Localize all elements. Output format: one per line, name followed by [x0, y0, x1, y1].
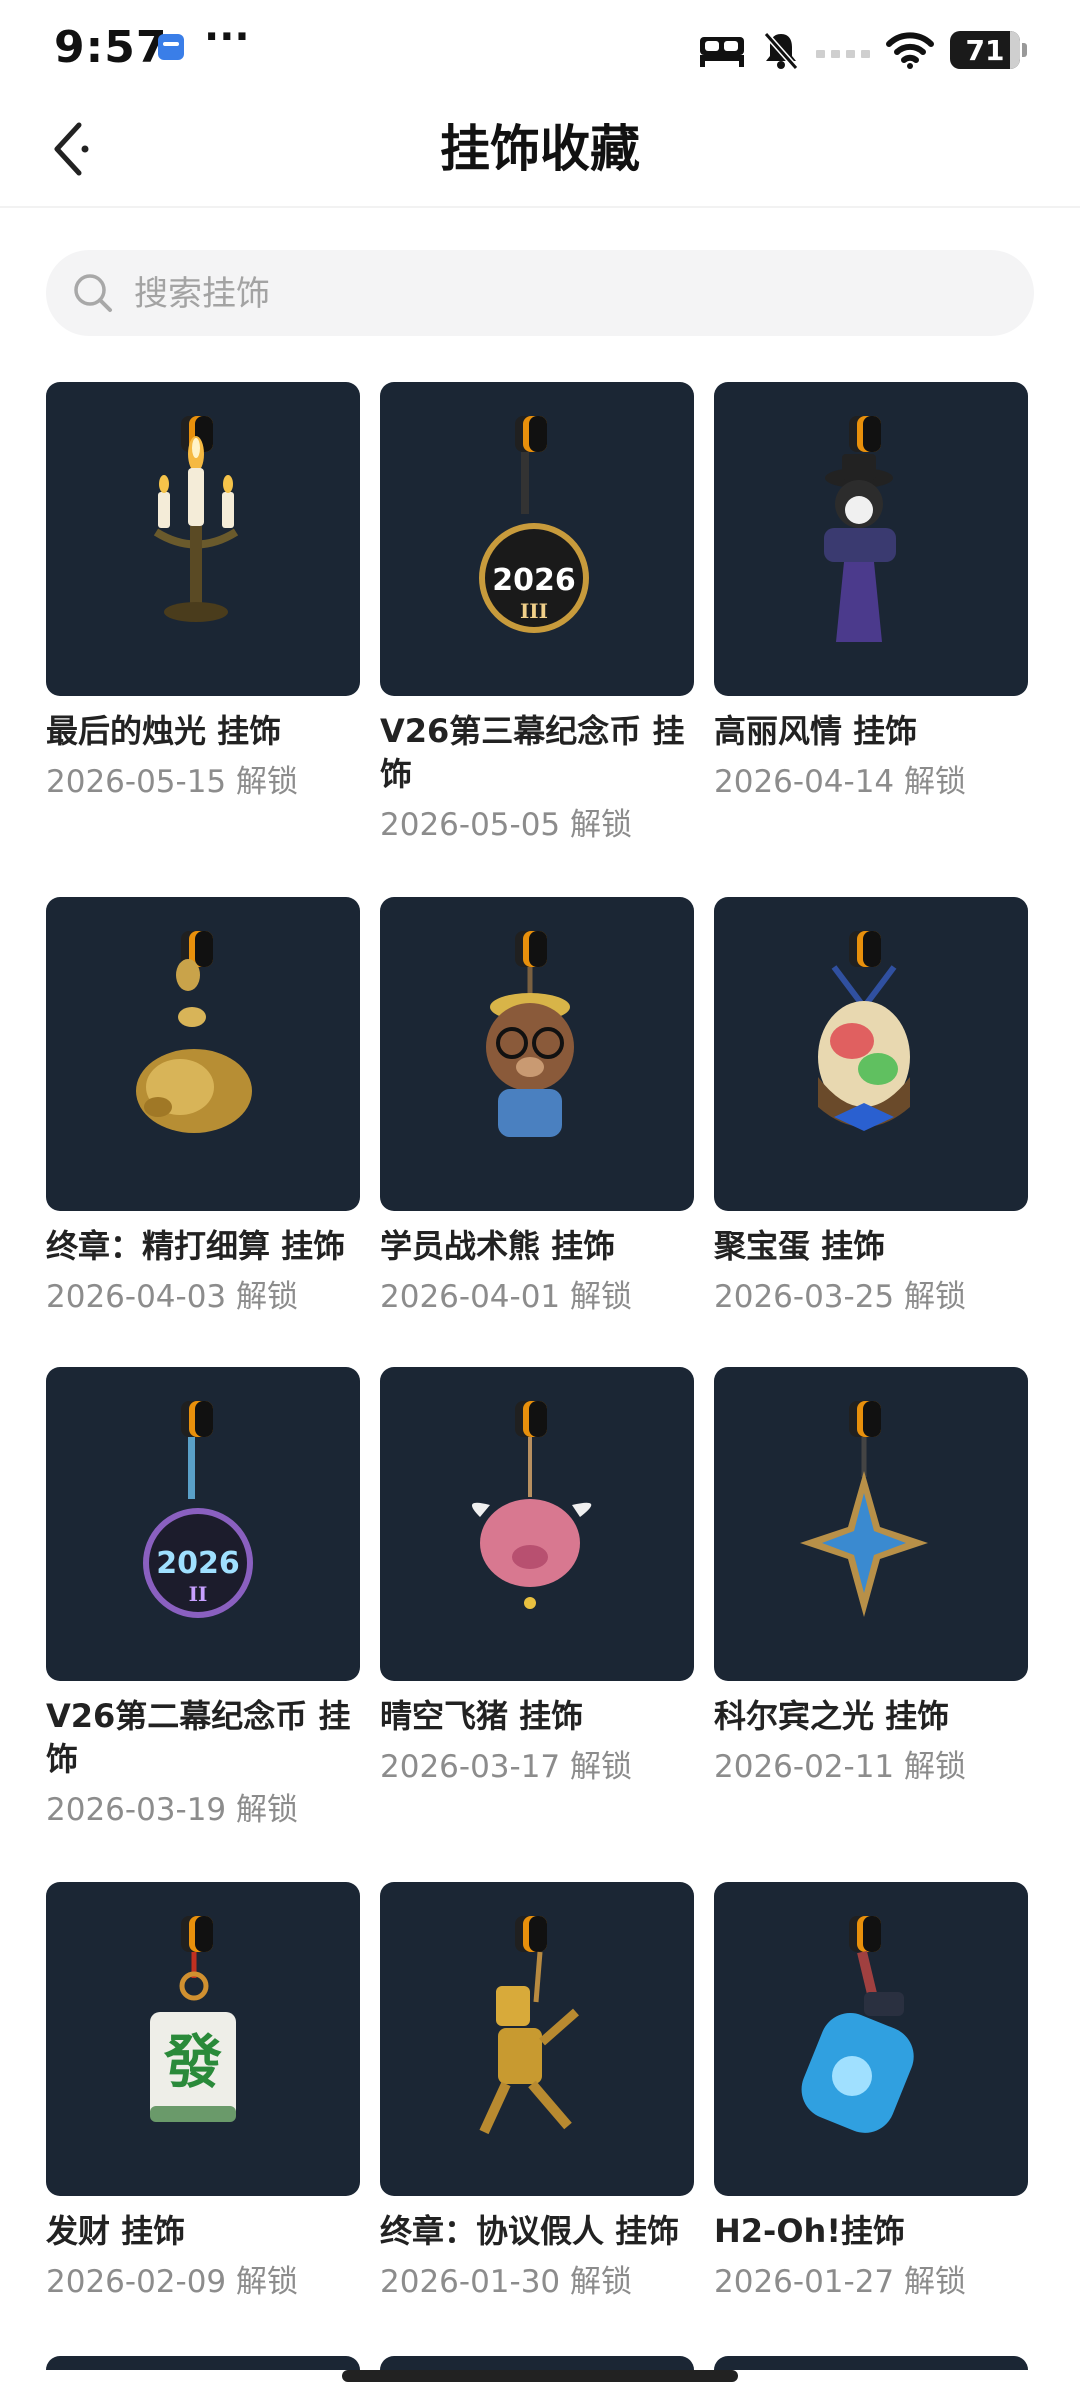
page-title: 挂饰收藏 — [440, 120, 640, 178]
charm-card[interactable]: 高丽风情 挂饰 2026-04-14 解锁 — [714, 382, 1028, 852]
charm-image: 發 — [46, 1882, 360, 2196]
coin-year-text: 2026 — [156, 1546, 240, 1581]
battery-level: 71 — [965, 33, 1005, 67]
mahjong-tile-text: 發 — [163, 2028, 222, 2096]
charm-unlock-date: 2026-02-09 解锁 — [46, 2264, 299, 2300]
charm-image: 2026 II — [46, 1367, 360, 1681]
coin-year-text: 2026 — [492, 563, 576, 598]
charm-image — [714, 897, 1028, 1211]
search-icon — [74, 274, 112, 312]
charm-name: 晴空飞猪 挂饰 — [380, 1697, 584, 1735]
silent-bell-icon — [763, 32, 799, 70]
charm-grid: 最后的烛光 挂饰 2026-05-15 解锁 2026 III V26第三幕纪念… — [46, 382, 1046, 2352]
charm-unlock-date: 2026-03-17 解锁 — [380, 1749, 633, 1785]
charm-unlock-date: 2026-05-15 解锁 — [46, 764, 299, 800]
coin-act-text: II — [189, 1582, 208, 1606]
charm-unlock-date: 2026-01-27 解锁 — [714, 2264, 967, 2300]
charm-image — [46, 897, 360, 1211]
charm-card[interactable]: 学员战术熊 挂饰 2026-04-01 解锁 — [380, 897, 694, 1367]
charm-name: 科尔宾之光 挂饰 — [714, 1697, 950, 1735]
charm-card[interactable]: H2-Oh!挂饰 2026-01-27 解锁 — [714, 1882, 1028, 2352]
charm-unlock-date: 2026-03-19 解锁 — [46, 1792, 299, 1828]
charm-card[interactable]: 2026 II V26第二幕纪念币 挂饰 2026-03-19 解锁 — [46, 1367, 360, 1882]
charm-unlock-date: 2026-04-01 解锁 — [380, 1279, 633, 1315]
charm-name: 终章：协议假人 挂饰 — [380, 2212, 680, 2250]
charm-image — [380, 1882, 694, 2196]
charm-name: V26第二幕纪念币 挂饰 — [46, 1697, 351, 1778]
charm-unlock-date: 2026-01-30 解锁 — [380, 2264, 633, 2300]
charm-unlock-date: 2026-03-25 解锁 — [714, 1279, 967, 1315]
wifi-icon — [886, 32, 934, 69]
search-input[interactable] — [132, 250, 996, 338]
charm-image: 2026 III — [380, 382, 694, 696]
coin-act-text: III — [520, 599, 548, 623]
charm-name: 学员战术熊 挂饰 — [380, 1227, 616, 1265]
charm-image — [714, 382, 1028, 696]
charm-image — [380, 1367, 694, 1681]
charm-image — [714, 1367, 1028, 1681]
charm-card[interactable]: 科尔宾之光 挂饰 2026-02-11 解锁 — [714, 1367, 1028, 1882]
charm-unlock-date: 2026-04-14 解锁 — [714, 764, 967, 800]
status-icons: 71 — [698, 26, 1027, 74]
charm-name: 高丽风情 挂饰 — [714, 712, 918, 750]
charm-name: 发财 挂饰 — [46, 2212, 186, 2250]
charm-card[interactable]: 终章：精打细算 挂饰 2026-04-03 解锁 — [46, 897, 360, 1367]
charm-name: V26第三幕纪念币 挂饰 — [380, 712, 685, 793]
more-notifications-icon: ··· — [204, 14, 250, 60]
no-signal-icon — [816, 50, 870, 58]
charm-name: 终章：精打细算 挂饰 — [46, 1227, 346, 1265]
charm-image — [46, 382, 360, 696]
charm-card[interactable]: 2026 III V26第三幕纪念币 挂饰 2026-05-05 解锁 — [380, 382, 694, 897]
charm-image — [714, 1882, 1028, 2196]
charm-card[interactable]: 最后的烛光 挂饰 2026-05-15 解锁 — [46, 382, 360, 852]
charm-name: H2-Oh!挂饰 — [714, 2212, 905, 2250]
charm-unlock-date: 2026-02-11 解锁 — [714, 1749, 967, 1785]
bed-icon — [700, 37, 744, 67]
charm-card[interactable]: 發 发财 挂饰 2026-02-09 解锁 — [46, 1882, 360, 2352]
charm-card[interactable]: 晴空飞猪 挂饰 2026-03-17 解锁 — [380, 1367, 694, 1882]
charm-card[interactable]: 终章：协议假人 挂饰 2026-01-30 解锁 — [380, 1882, 694, 2352]
status-time: 9:57 — [54, 22, 168, 73]
next-row-peek — [46, 2356, 1046, 2370]
battery-icon: 71 — [950, 31, 1027, 69]
status-bar: 9:57 ··· 71 — [0, 0, 1080, 96]
charm-unlock-date: 2026-04-03 解锁 — [46, 1279, 299, 1315]
home-indicator[interactable] — [342, 2370, 738, 2382]
charm-image — [380, 897, 694, 1211]
charm-name: 最后的烛光 挂饰 — [46, 712, 282, 750]
search-bar[interactable] — [46, 250, 1034, 338]
charm-unlock-date: 2026-05-05 解锁 — [380, 807, 633, 843]
charm-card[interactable]: 聚宝蛋 挂饰 2026-03-25 解锁 — [714, 897, 1028, 1367]
charm-name: 聚宝蛋 挂饰 — [714, 1227, 886, 1265]
app-notification-icon — [158, 34, 184, 60]
nav-header: 挂饰收藏 — [0, 96, 1080, 208]
